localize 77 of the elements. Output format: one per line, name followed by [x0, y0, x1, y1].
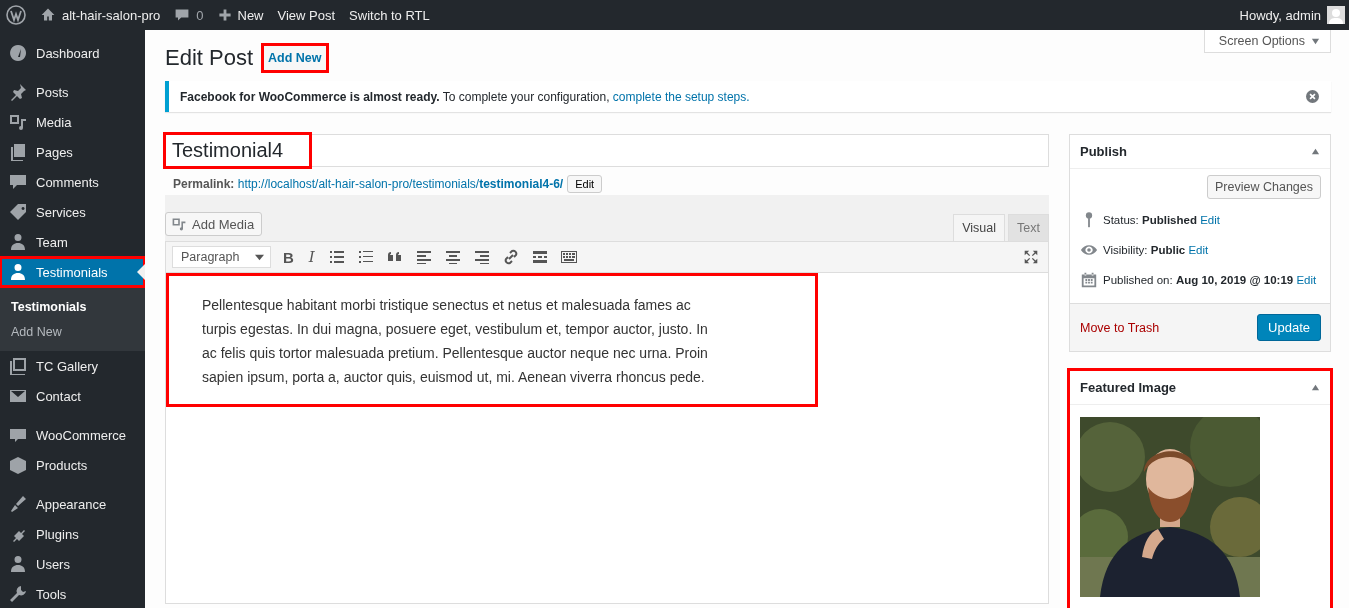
media-icon	[171, 216, 187, 232]
site-link[interactable]: alt-hair-salon-pro	[40, 7, 161, 23]
post-content: Pellentesque habitant morbi tristique senectus et netus et malesuada fames ac turpis egestas. In dui magna, posuere eget, vestibulum et, tempor auctor, justo. In ac felis quis tortor malesuada pretium. Pellentesque auctor neque nec urna. Proin sapien ipsum, porta a, auctor quis, euismod ut, mi. Aenean viverra rhoncus pede.	[202, 296, 709, 387]
caret-icon	[1311, 36, 1320, 46]
calendar-icon	[1080, 271, 1098, 289]
speech-bubble-icon	[8, 172, 28, 192]
menu-item[interactable]: Testimonials	[0, 257, 145, 287]
wrench-icon	[8, 584, 28, 604]
add-media-button[interactable]: Add Media	[165, 212, 263, 236]
pages-icon	[8, 142, 28, 162]
publish-setting: Status: Published Edit	[1103, 214, 1220, 226]
post-title: Testimonial4	[166, 135, 310, 166]
format-select[interactable]: Paragraph	[172, 246, 271, 268]
menu-item[interactable]: Team	[0, 227, 145, 257]
gauge-icon	[8, 43, 28, 63]
home-icon	[40, 7, 56, 23]
notice-message: Facebook for WooCommerce is almost ready. To complete your configuration, complete the setup steps.	[180, 89, 750, 104]
person-icon	[8, 232, 28, 252]
bold-button[interactable]: B	[280, 248, 297, 266]
tag-icon	[8, 202, 28, 222]
edit-link[interactable]: Edit	[1200, 214, 1220, 226]
move-to-trash-link[interactable]: Move to Trash	[1080, 320, 1160, 335]
avatar-icon	[1327, 6, 1345, 24]
toolbar-link[interactable]: View Post	[277, 7, 336, 23]
menu-item[interactable]: Contact	[0, 381, 145, 411]
toolbar-link[interactable]: Switch to RTL	[349, 7, 430, 23]
plus-icon	[217, 8, 232, 22]
close-icon[interactable]	[1306, 90, 1319, 103]
menu-item[interactable]: Posts	[0, 77, 145, 107]
add-new-button[interactable]: Add New	[261, 43, 329, 73]
menu-item[interactable]: Plugins	[0, 519, 145, 549]
caret-icon	[255, 252, 264, 262]
collapse-icon[interactable]	[1311, 383, 1320, 392]
panel-title: Publish	[1080, 144, 1127, 159]
edit-permalink-button[interactable]: Edit	[567, 175, 603, 193]
menu-item[interactable]: Tools	[0, 579, 145, 608]
menu-item[interactable]: Products	[0, 450, 145, 480]
edit-link[interactable]: Edit	[1188, 244, 1209, 256]
editor-tab[interactable]: Visual	[953, 214, 1006, 241]
submenu-item[interactable]: Testimonials	[0, 295, 145, 320]
media-icon	[8, 112, 28, 132]
screen-options-button[interactable]: Screen Options	[1203, 30, 1331, 53]
page-title: Edit Post	[165, 45, 254, 71]
editor-content-area[interactable]	[165, 273, 1049, 604]
fullscreen-icon[interactable]	[1022, 248, 1040, 266]
cube-icon	[8, 455, 28, 475]
permalink: Permalink: http://localhost/alt-hair-salon-pro/testimonials/testimonial4-6/	[173, 177, 564, 191]
new-link[interactable]: New	[217, 7, 264, 23]
menu-item[interactable]: Dashboard	[0, 38, 145, 68]
menu-item[interactable]: WooCommerce	[0, 420, 145, 450]
person-icon	[8, 554, 28, 574]
person-icon	[8, 262, 28, 282]
wordpress-logo-icon[interactable]	[6, 5, 26, 25]
menu-item[interactable]: Pages	[0, 137, 145, 167]
comments-link[interactable]: 0	[174, 7, 204, 23]
gallery-icon	[8, 356, 28, 376]
menu-item[interactable]: Appearance	[0, 489, 145, 519]
menu-item[interactable]: TC Gallery	[0, 351, 145, 381]
menu-item[interactable]: Services	[0, 197, 145, 227]
pointer-icon	[137, 264, 145, 280]
menu-item[interactable]: Media	[0, 107, 145, 137]
panel-title: Featured Image	[1080, 380, 1177, 395]
menu-item[interactable]: Users	[0, 549, 145, 579]
setup-link[interactable]: complete the setup steps.	[612, 89, 750, 104]
preview-changes-button[interactable]: Preview Changes	[1207, 175, 1321, 199]
publish-setting: Published on: Aug 10, 2019 @ 10:19 Edit	[1103, 274, 1317, 286]
menu-item[interactable]: Comments	[0, 167, 145, 197]
italic-button[interactable]: I	[305, 248, 318, 266]
brush-icon	[8, 494, 28, 514]
publish-setting: Visibility: Public Edit	[1103, 244, 1209, 256]
collapse-icon[interactable]	[1311, 147, 1320, 156]
account-link[interactable]: Howdy, admin	[1239, 6, 1345, 24]
title-field[interactable]: Testimonial4	[165, 134, 1049, 167]
update-button[interactable]: Update	[1257, 314, 1321, 341]
submenu-item[interactable]: Add New	[0, 320, 145, 345]
speech-bubble-icon	[174, 7, 191, 23]
edit-link[interactable]: Edit	[1296, 274, 1317, 286]
